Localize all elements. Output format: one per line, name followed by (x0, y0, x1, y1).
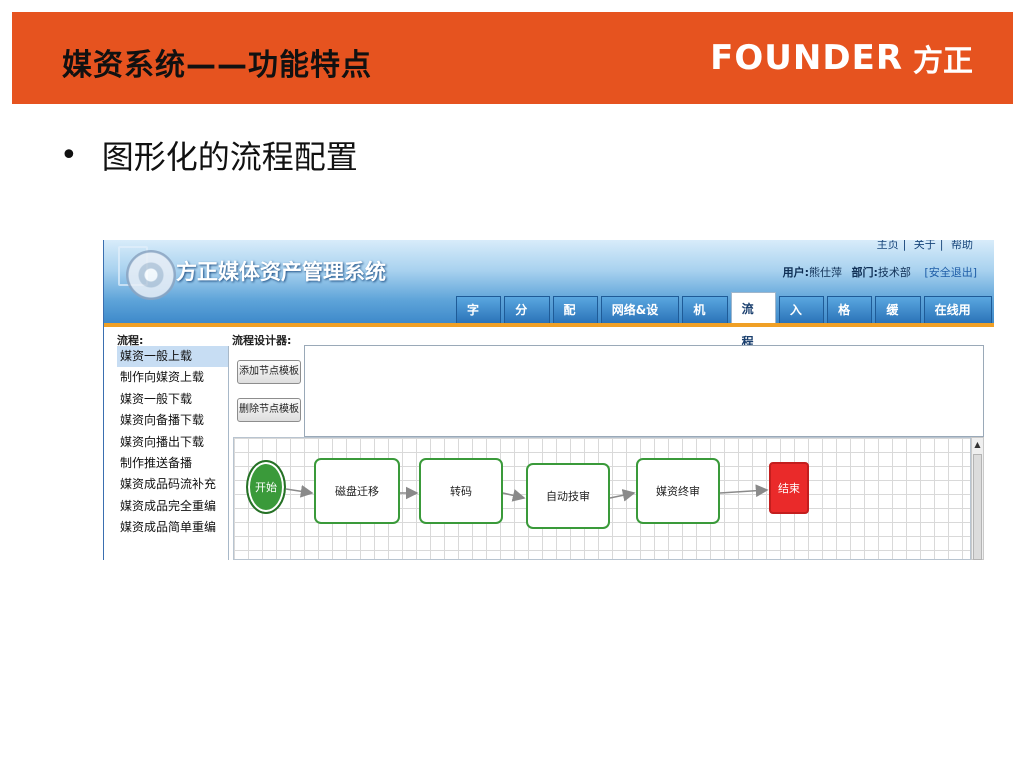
logout-link[interactable]: [安全退出] (924, 266, 977, 279)
flow-arrow (609, 489, 636, 502)
flow-node-4[interactable]: 媒资终审 (636, 458, 720, 524)
about-link[interactable]: 关于 (914, 240, 936, 251)
app-banner: 方正媒体资产管理系统 主页 | 关于 | 帮助 用户:熊仕萍 部门:技术部 [安全退… (104, 240, 994, 349)
canvas-scrollbar[interactable]: ▲ (971, 437, 984, 560)
app-screenshot: 方正媒体资产管理系统 主页 | 关于 | 帮助 用户:熊仕萍 部门:技术部 [安全退… (103, 240, 994, 560)
slide-title: 媒资系统——功能特点 (62, 48, 372, 83)
home-link[interactable]: 主页 (877, 240, 899, 251)
flow-arrow (285, 484, 314, 498)
user-name: 熊仕萍 (809, 266, 842, 279)
flow-list-item[interactable]: 媒资成品简单重编 (117, 517, 228, 538)
nav-tab-9[interactable]: 在线用户 (923, 296, 993, 344)
dept-label: 部门: (851, 266, 878, 279)
flow-canvas[interactable]: 开始 磁盘迁移 转码 自动技审 媒资终审 结束 (233, 437, 971, 560)
flow-list-item[interactable]: 制作推送备播 (117, 453, 228, 474)
disc-icon (126, 250, 176, 300)
nav-tab-5[interactable]: 流程 (730, 292, 776, 349)
scroll-up-icon[interactable]: ▲ (972, 438, 983, 451)
flow-list-item[interactable]: 制作向媒资上载 (117, 367, 228, 388)
flow-list-item[interactable]: 媒资向播出下载 (117, 432, 228, 453)
nav-tab-1[interactable]: 分类 (504, 296, 550, 344)
nav-tab-7[interactable]: 格式 (827, 296, 873, 344)
top-links: 主页 | 关于 | 帮助 (876, 240, 973, 251)
flow-list-item[interactable]: 媒资一般下载 (117, 389, 228, 410)
bullet-text: 图形化的流程配置 (101, 138, 358, 176)
nav-tab-3[interactable]: 网络&设备 (600, 296, 680, 344)
flow-list-item[interactable]: 媒资成品码流补充 (117, 474, 228, 495)
flow-node-5[interactable]: 结束 (769, 462, 809, 514)
flow-node-1[interactable]: 磁盘迁移 (314, 458, 400, 524)
delete-node-template-button[interactable]: 删除节点模板 (237, 398, 301, 422)
flow-node-0[interactable]: 开始 (246, 460, 286, 514)
flow-node-2[interactable]: 转码 (419, 458, 503, 524)
logo-text-cn: 方正 (913, 44, 973, 79)
node-property-panel (304, 345, 984, 437)
nav-tab-2[interactable]: 配置 (552, 296, 598, 344)
user-label: 用户: (782, 266, 809, 279)
scroll-thumb[interactable] (973, 454, 982, 560)
help-link[interactable]: 帮助 (951, 240, 973, 251)
dept-name: 技术部 (877, 266, 911, 279)
nav-tab-4[interactable]: 机构 (682, 296, 728, 344)
flow-list-item[interactable]: 媒资成品完全重编 (117, 496, 228, 517)
founder-logo: FOUNDER 方正 (710, 36, 973, 80)
nav-underline (104, 323, 994, 327)
nav-tab-6[interactable]: 入口 (778, 296, 825, 344)
add-node-template-button[interactable]: 添加节点模板 (237, 360, 301, 384)
user-info: 用户:熊仕萍 部门:技术部 [安全退出] (783, 264, 977, 280)
nav-tab-0[interactable]: 字典 (456, 296, 502, 344)
bullet-icon: • (60, 137, 78, 173)
logo-text-en: FOUNDER (710, 38, 903, 78)
nav-tab-8[interactable]: 缓存 (875, 296, 921, 344)
flow-arrow (719, 484, 769, 498)
bullet-point: • 图形化的流程配置 (60, 132, 358, 178)
slide-header: 媒资系统——功能特点 FOUNDER 方正 (12, 12, 1013, 104)
flow-arrow (502, 489, 526, 502)
flow-node-3[interactable]: 自动技审 (526, 463, 610, 529)
app-title: 方正媒体资产管理系统 (176, 260, 386, 284)
designer-title: 流程设计器: (232, 334, 292, 347)
flow-list-item[interactable]: 媒资一般上载 (117, 346, 228, 368)
flow-list: 媒资一般上载 制作向媒资上载 媒资一般下载 媒资向备播下载 媒资向播出下载 制作推送备播媒… (117, 346, 229, 560)
flow-list-item[interactable]: 媒资向备播下载 (117, 410, 228, 431)
main-nav: 字典 分类 配置 网络&设备 机构 流程 入口 格式 缓存 在线用户 (456, 292, 994, 349)
